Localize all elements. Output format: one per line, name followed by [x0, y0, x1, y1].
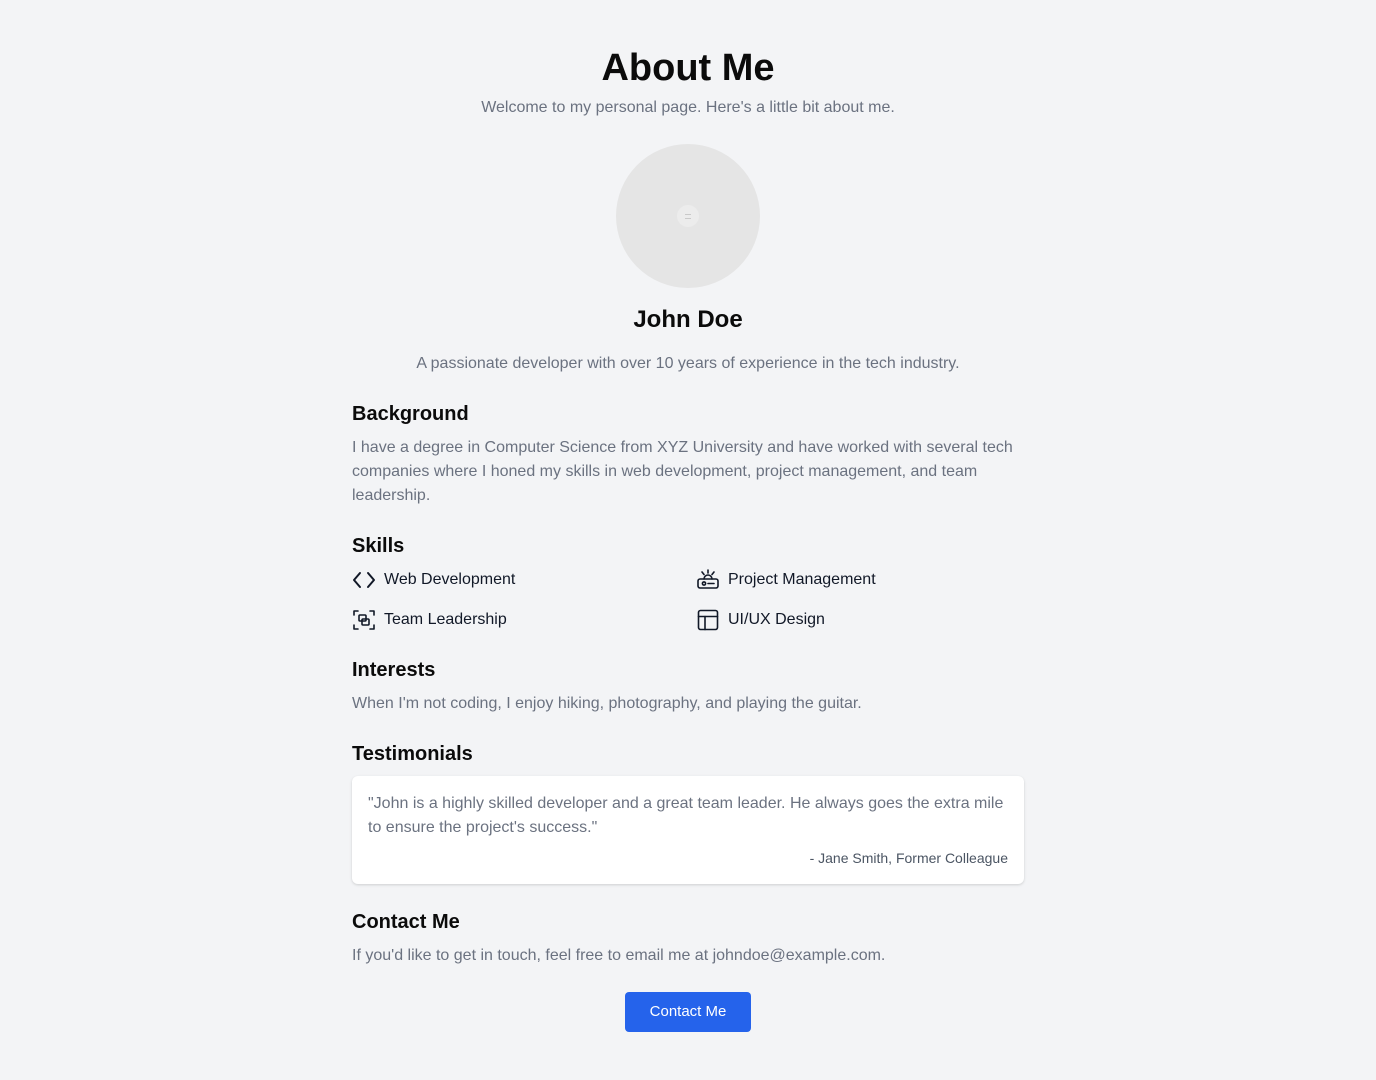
testimonials-heading: Testimonials: [352, 743, 473, 765]
about-page: About Me Welcome to my personal page. He…: [0, 0, 1376, 1080]
interests-text: When I'm not coding, I enjoy hiking, pho…: [352, 695, 862, 712]
contact-text: If you'd like to get in touch, feel free…: [352, 947, 886, 964]
project-management-icon: [696, 568, 720, 592]
skill-item-web-development: Web Development: [352, 568, 515, 592]
avatar: [616, 144, 760, 288]
testimonial-quote: "John is a highly skilled developer and …: [368, 795, 1004, 836]
skill-label: Project Management: [728, 571, 876, 588]
layout-icon: [696, 608, 720, 632]
page-title: About Me: [601, 47, 775, 89]
skills-heading: Skills: [352, 535, 405, 557]
code-icon: [352, 568, 376, 592]
contact-heading: Contact Me: [352, 911, 460, 933]
background-text: I have a degree in Computer Science from…: [352, 439, 1013, 504]
skill-item-project-management: Project Management: [696, 568, 876, 592]
team-leadership-icon: [352, 608, 376, 632]
profile-name: John Doe: [633, 306, 743, 333]
skill-label: Team Leadership: [384, 611, 507, 628]
background-heading: Background: [352, 403, 469, 425]
skill-label: UI/UX Design: [728, 611, 825, 628]
skill-item-team-leadership: Team Leadership: [352, 608, 507, 632]
interests-heading: Interests: [352, 659, 436, 681]
testimonial-author: - Jane Smith, Former Colleague: [809, 850, 1008, 866]
contact-me-button[interactable]: Contact Me: [625, 992, 751, 1032]
avatar-placeholder-icon: [677, 205, 699, 227]
skill-label: Web Development: [384, 571, 516, 588]
skill-item-ui-ux-design: UI/UX Design: [696, 608, 825, 632]
page-subtitle: Welcome to my personal page. Here's a li…: [481, 99, 895, 116]
profile-tagline: A passionate developer with over 10 year…: [416, 355, 960, 372]
testimonial-card: "John is a highly skilled developer and …: [352, 776, 1024, 884]
